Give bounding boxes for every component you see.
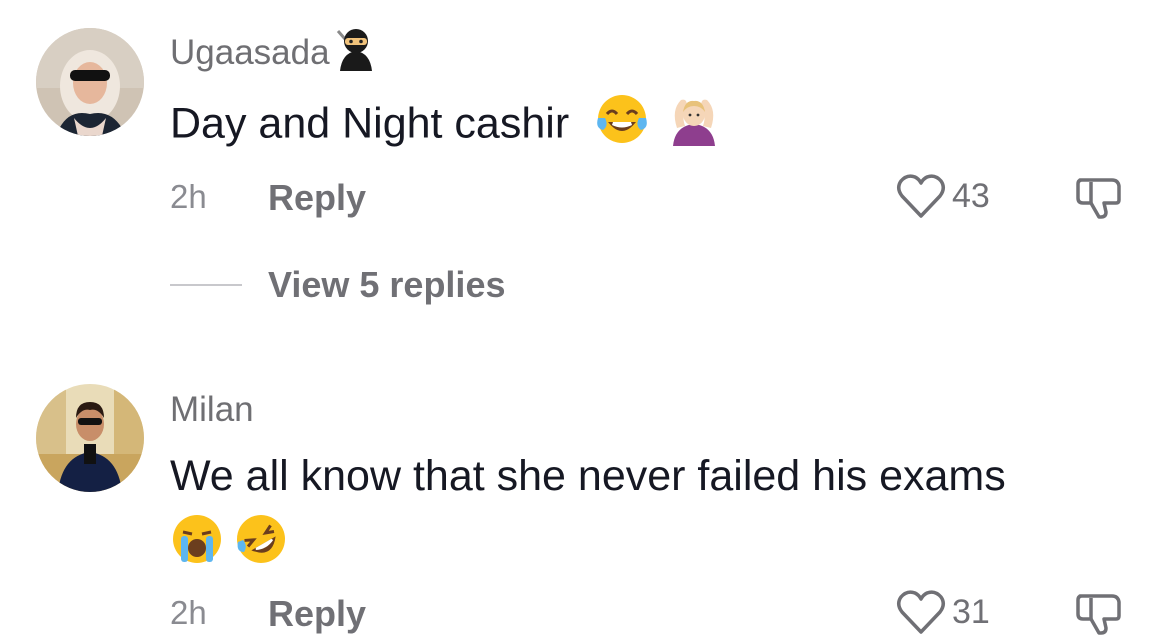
comment-text: We all know that she never failed his ex… <box>170 448 1006 504</box>
dislike-button[interactable] <box>1074 588 1124 641</box>
like-button[interactable]: 31 <box>896 588 990 636</box>
rolling-on-floor-laughing-icon <box>234 512 288 571</box>
avatar-image <box>36 384 144 492</box>
comment-username[interactable]: Milan <box>170 387 254 433</box>
avatar[interactable] <box>36 384 144 492</box>
comment-text-body: We all know that she never failed his ex… <box>170 452 1006 500</box>
comment-timestamp: 2h <box>170 594 207 631</box>
reply-button[interactable]: Reply <box>268 593 366 635</box>
loudly-crying-face-icon <box>170 512 224 571</box>
thumbs-down-icon <box>1076 594 1121 635</box>
comment-emojis <box>170 512 288 571</box>
heart-icon <box>897 590 945 634</box>
like-count: 31 <box>952 592 990 631</box>
comment-item: Milan We all know that she never failed … <box>0 0 1170 638</box>
username-text: Milan <box>170 390 254 429</box>
